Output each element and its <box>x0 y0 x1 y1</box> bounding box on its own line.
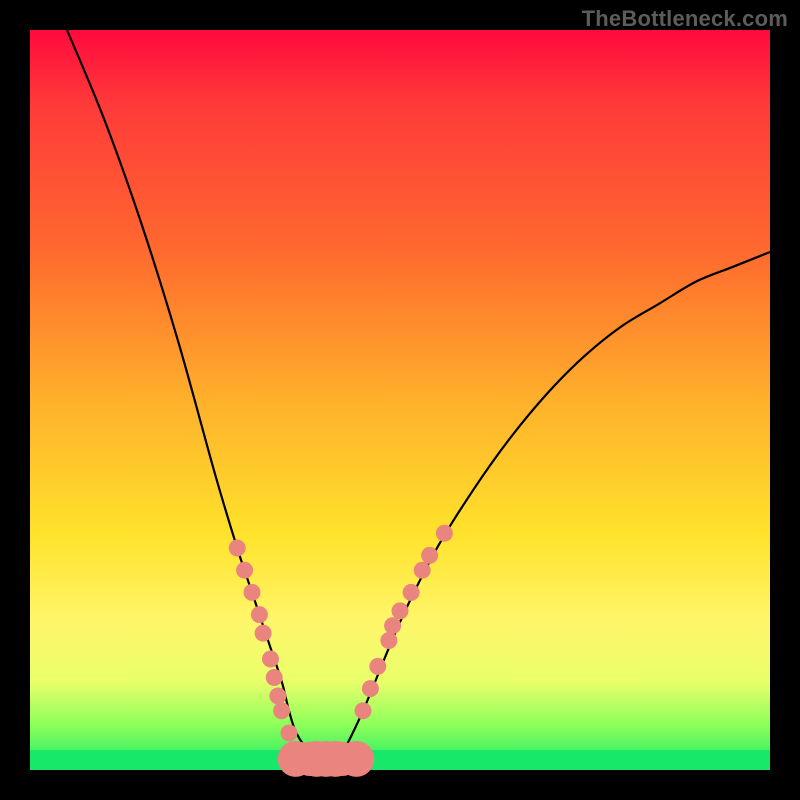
scatter-dot <box>355 702 372 719</box>
scatter-dot <box>392 602 409 619</box>
bottom-pill-dot <box>338 741 374 777</box>
scatter-dot <box>269 688 286 705</box>
bottleneck-curve <box>67 30 770 770</box>
scatter-dot <box>236 562 253 579</box>
scatter-dot <box>414 562 431 579</box>
watermark-text: TheBottleneck.com <box>582 6 788 32</box>
plot-area <box>30 30 770 770</box>
scatter-dot <box>421 547 438 564</box>
scatter-dot <box>262 651 279 668</box>
scatter-dot <box>266 669 283 686</box>
scatter-dot <box>362 680 379 697</box>
scatter-dot <box>281 725 298 742</box>
scatter-dot <box>255 625 272 642</box>
bottom-pill-cluster <box>278 741 375 777</box>
scatter-dot <box>273 702 290 719</box>
curve-layer <box>30 30 770 770</box>
scatter-dot <box>436 525 453 542</box>
scatter-dot <box>244 584 261 601</box>
chart-frame: TheBottleneck.com <box>0 0 800 800</box>
scatter-dot <box>251 606 268 623</box>
scatter-dots <box>229 525 453 742</box>
scatter-dot <box>403 584 420 601</box>
scatter-dot <box>369 658 386 675</box>
scatter-dot <box>229 540 246 557</box>
scatter-dot <box>384 617 401 634</box>
scatter-dot <box>380 632 397 649</box>
